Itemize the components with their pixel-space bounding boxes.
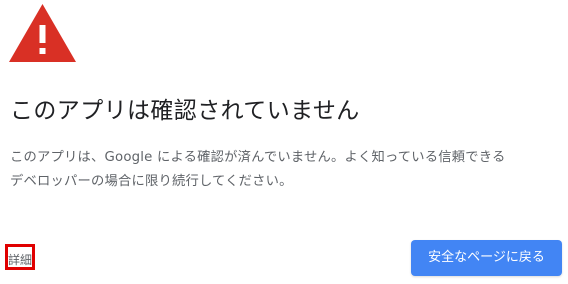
page-title: このアプリは確認されていません (10, 98, 360, 124)
unverified-app-page: このアプリは確認されていません このアプリは、Google による確認が済んでい… (0, 0, 568, 284)
warning-message-line-1: このアプリは、Google による確認が済んでいません。よく知っている信頼できる (10, 150, 506, 165)
details-link[interactable]: 詳細 (5, 244, 35, 270)
warning-message-line-2: デベロッパーの場合に限り続行してください。 (10, 174, 293, 189)
back-to-safety-button[interactable]: 安全なページに戻る (411, 240, 562, 276)
warning-triangle-icon (9, 4, 76, 62)
warning-message: このアプリは、Google による確認が済んでいません。よく知っている信頼できる… (10, 146, 562, 194)
